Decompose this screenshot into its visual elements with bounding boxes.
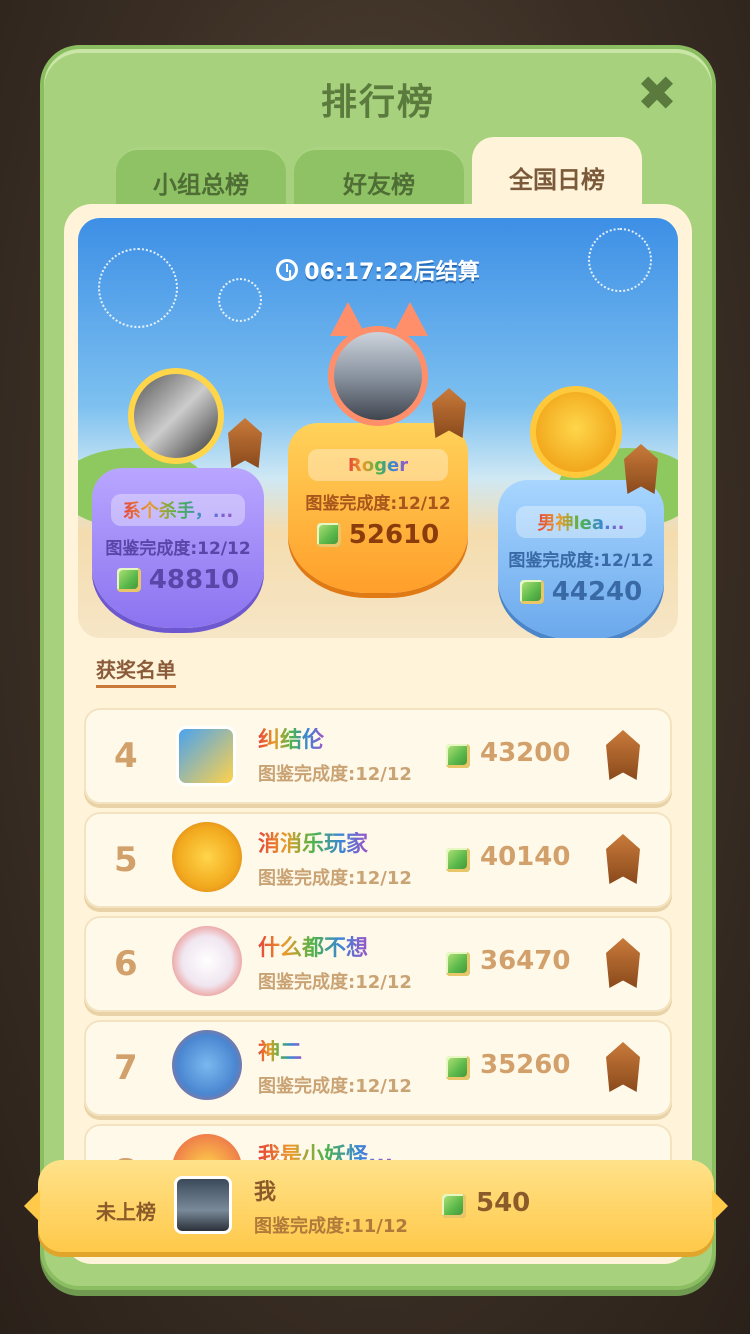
avatar[interactable] [174, 1176, 232, 1234]
rank-number: 4 [114, 736, 138, 776]
collection-progress: 图鉴完成度:12/12 [258, 764, 412, 785]
gem-icon [446, 952, 470, 976]
fox-medal-icon [606, 938, 640, 988]
avatar[interactable] [176, 726, 236, 786]
avatar[interactable] [172, 926, 242, 996]
list-item[interactable]: 7 神二 图鉴完成度:12/12 35260 [84, 1020, 672, 1116]
timer-text: 06:17:22后结算 [304, 260, 480, 285]
score: 35260 [480, 1050, 571, 1080]
winners-list-label: 获奖名单 [96, 654, 176, 688]
collection-progress: 图鉴完成度:12/12 [305, 494, 451, 514]
player-name: 神二 [258, 1040, 303, 1065]
gem-icon [116, 568, 141, 592]
leaderboard-content: 06:17:22后结算 系个杀手，... 图鉴完成度:12/12 48810 R… [64, 204, 692, 1264]
collection-progress: 图鉴完成度:12/12 [508, 551, 654, 571]
score: 44240 [519, 577, 642, 607]
player-name: 消消乐玩家 [258, 832, 369, 857]
collection-progress: 图鉴完成度:11/12 [254, 1216, 408, 1237]
score: 540 [476, 1188, 531, 1218]
leaderboard-panel: 排行榜 ✖ 小组总榜 好友榜 全国日榜 06:17:22后结算 系个杀手，...… [40, 45, 716, 1290]
top-three-banner: 06:17:22后结算 系个杀手，... 图鉴完成度:12/12 48810 R… [78, 218, 678, 638]
fox-medal-icon [228, 418, 262, 468]
avatar[interactable] [328, 326, 428, 426]
settlement-timer: 06:17:22后结算 [78, 254, 678, 286]
rank-number: 6 [114, 944, 138, 984]
list-item[interactable]: 6 什么都不想 图鉴完成度:12/12 36470 [84, 916, 672, 1012]
rank-list[interactable]: 4 纠结伦 图鉴完成度:12/12 43200 5 消消乐玩家 图鉴完成度:12… [84, 708, 672, 1228]
fox-medal-icon [432, 388, 466, 438]
my-rank-bar[interactable]: 未上榜 我 图鉴完成度:11/12 540 [24, 1160, 728, 1252]
fox-medal-icon [606, 1042, 640, 1092]
player-name: 纠结伦 [258, 728, 325, 753]
panel-title: 排行榜 [320, 82, 435, 123]
avatar[interactable] [172, 1030, 242, 1100]
score: 36470 [480, 946, 571, 976]
score: 40140 [480, 842, 571, 872]
player-name: 系个杀手，... [110, 494, 246, 526]
avatar[interactable] [128, 368, 224, 464]
podium-rank-2[interactable]: 系个杀手，... 图鉴完成度:12/12 48810 [92, 468, 264, 628]
avatar[interactable] [530, 386, 622, 478]
podium-rank-3[interactable]: 男神lea... 图鉴完成度:12/12 44240 [498, 480, 664, 638]
score: 48810 [116, 565, 239, 595]
list-item[interactable]: 4 纠结伦 图鉴完成度:12/12 43200 [84, 708, 672, 804]
list-item[interactable]: 5 消消乐玩家 图鉴完成度:12/12 40140 [84, 812, 672, 908]
collection-progress: 图鉴完成度:12/12 [258, 972, 412, 993]
avatar[interactable] [172, 822, 242, 892]
gem-icon [442, 1194, 466, 1218]
rank-number: 5 [114, 840, 138, 880]
close-icon[interactable]: ✖ [634, 70, 680, 118]
gem-icon [446, 744, 470, 768]
my-rank-status: 未上榜 [96, 1200, 156, 1224]
player-name: Roger [307, 449, 449, 481]
rank-number: 7 [114, 1048, 138, 1088]
podium-rank-1[interactable]: Roger 图鉴完成度:12/12 52610 [288, 423, 468, 593]
collection-progress: 图鉴完成度:12/12 [105, 539, 251, 559]
gem-icon [446, 1056, 470, 1080]
player-name: 男神lea... [516, 506, 646, 538]
gem-icon [446, 848, 470, 872]
player-name: 什么都不想 [258, 936, 369, 961]
player-name: 我 [254, 1180, 277, 1205]
gem-icon [519, 580, 544, 604]
collection-progress: 图鉴完成度:12/12 [258, 868, 412, 889]
score: 43200 [480, 738, 571, 768]
clock-icon [276, 259, 299, 281]
fox-medal-icon [606, 730, 640, 780]
collection-progress: 图鉴完成度:12/12 [258, 1076, 412, 1097]
fox-medal-icon [606, 834, 640, 884]
gem-icon [316, 523, 341, 547]
score: 52610 [316, 520, 439, 550]
